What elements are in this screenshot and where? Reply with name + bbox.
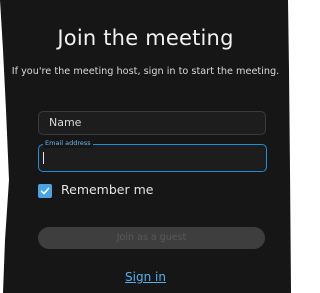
sign-in-link[interactable]: Sign in bbox=[0, 270, 291, 284]
email-field-label: Email address bbox=[43, 138, 93, 148]
join-meeting-dialog: Join the meeting If you're the meeting h… bbox=[0, 0, 291, 293]
checkmark-icon bbox=[40, 187, 50, 195]
remember-me-checkbox[interactable] bbox=[38, 184, 52, 198]
email-input[interactable]: Email address bbox=[38, 138, 267, 172]
join-as-guest-button[interactable]: Join as a guest bbox=[38, 227, 265, 249]
dialog-title: Join the meeting bbox=[57, 26, 234, 50]
remember-me-label[interactable]: Remember me bbox=[61, 182, 153, 197]
name-placeholder: Name bbox=[49, 116, 82, 129]
dialog-subtitle: If you're the meeting host, sign in to s… bbox=[11, 66, 280, 77]
name-input[interactable]: Name bbox=[38, 111, 266, 135]
text-caret bbox=[43, 152, 44, 164]
